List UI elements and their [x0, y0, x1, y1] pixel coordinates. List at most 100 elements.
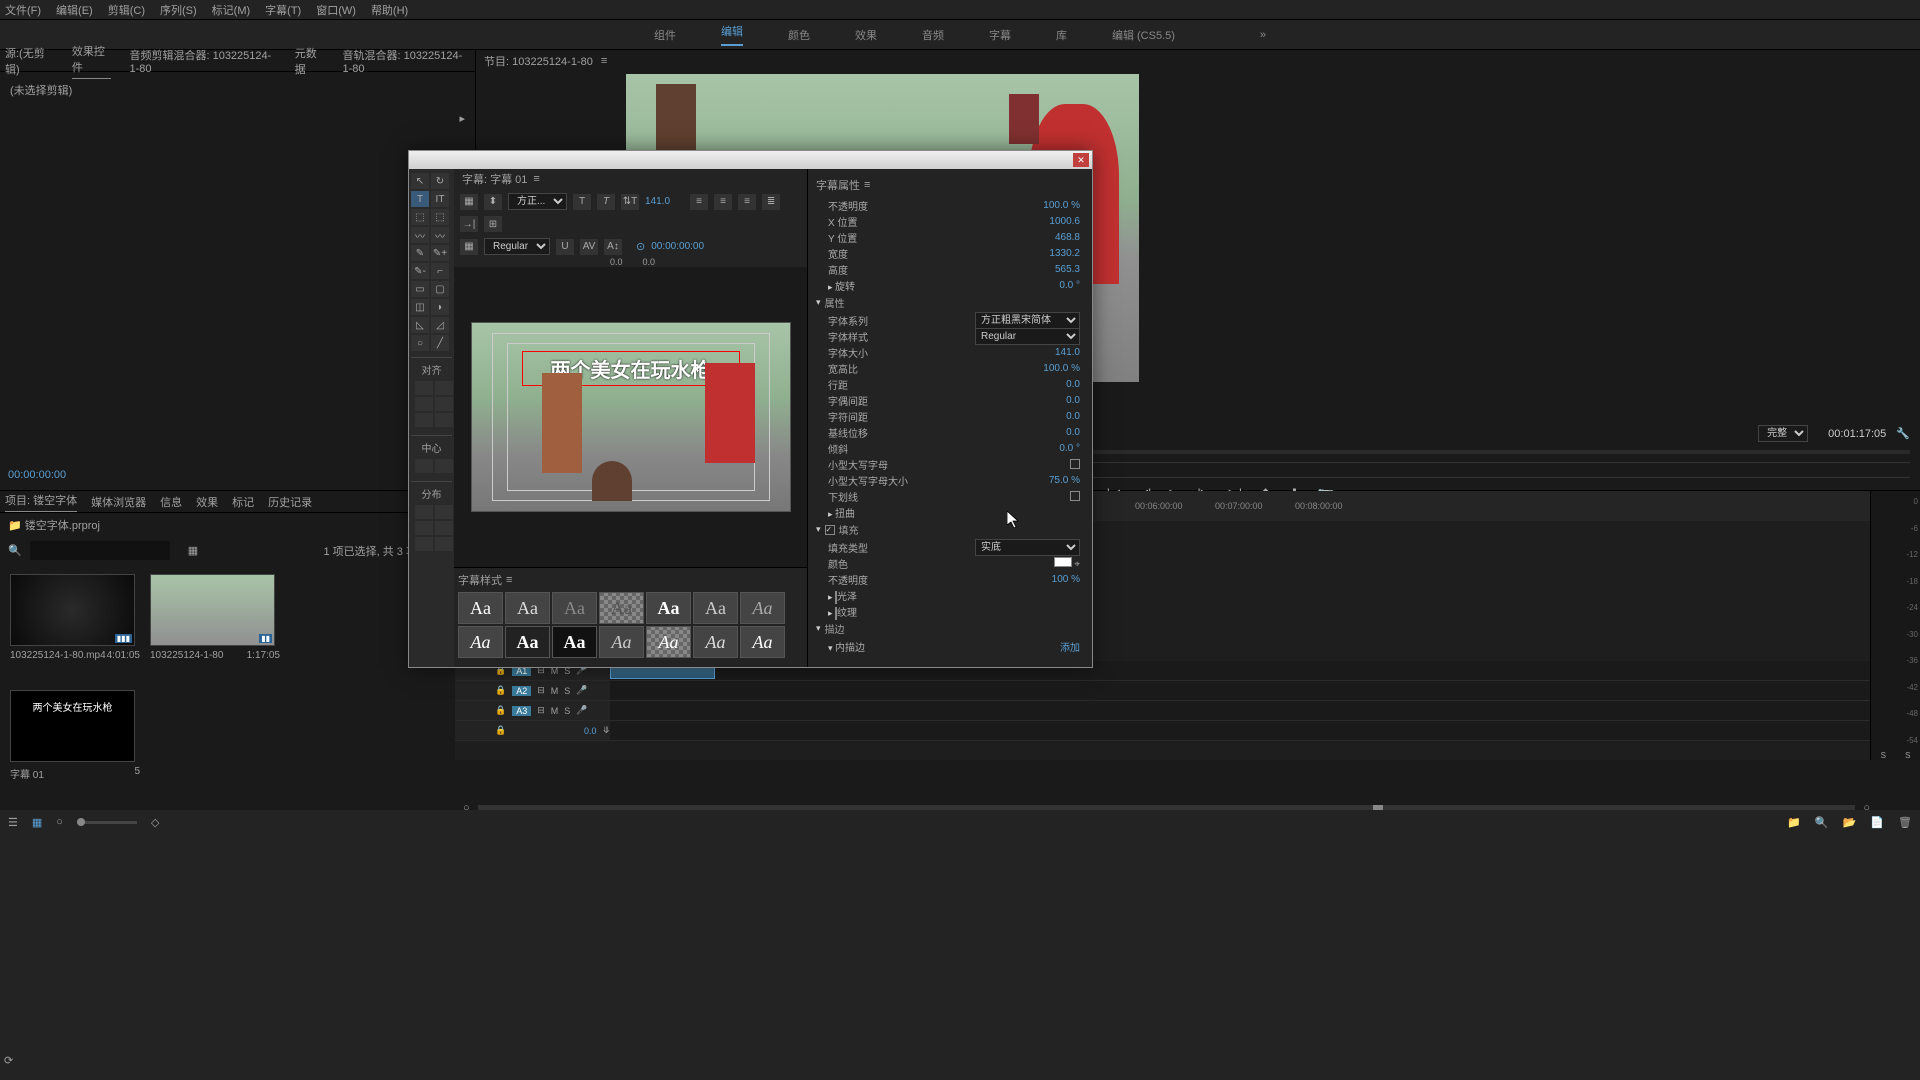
menu-help[interactable]: 帮助(H)	[371, 2, 408, 18]
ellipse-icon[interactable]: ○	[411, 335, 429, 351]
ws-more-icon[interactable]: »	[1260, 29, 1266, 41]
bin-item[interactable]: 两个美女在玩水枪 字幕 015	[10, 690, 140, 800]
italic-icon[interactable]: T	[597, 194, 615, 210]
area-type-icon[interactable]: ⬚	[411, 209, 429, 225]
trash-icon[interactable]: 🗑	[1898, 816, 1912, 829]
add-anchor-icon[interactable]: ✎+	[431, 245, 449, 261]
prop-fontsize-value[interactable]: 141.0	[1055, 347, 1080, 358]
style-swatch[interactable]: Aa	[505, 592, 550, 624]
panel-menu-icon[interactable]: ≡	[533, 173, 539, 185]
menu-clip[interactable]: 剪辑(C)	[108, 2, 145, 18]
title-canvas-area[interactable]: 两个美女在玩水枪	[454, 267, 807, 567]
align-right-icon[interactable]	[435, 381, 453, 395]
style-swatch[interactable]: Aa	[458, 592, 503, 624]
center-h-icon[interactable]	[415, 459, 433, 473]
rotate-tool-icon[interactable]: ↻	[431, 173, 449, 189]
program-tab[interactable]: 节目: 103225124-1-80	[484, 53, 593, 69]
dist-3-icon[interactable]	[415, 521, 433, 535]
prop-aspect-value[interactable]: 100.0 %	[1043, 363, 1080, 374]
titler-tab[interactable]: 字幕: 字幕 01	[462, 171, 527, 187]
kerning-icon[interactable]: AV	[580, 239, 598, 255]
filltype-select[interactable]: 实底	[975, 539, 1080, 556]
find-icon[interactable]: 🔍	[1815, 816, 1829, 829]
wrench-icon[interactable]: 🔧	[1896, 427, 1910, 440]
vtype-tool-icon[interactable]: IT	[431, 191, 449, 207]
style-swatch[interactable]: Aa	[599, 592, 644, 624]
menu-sequence[interactable]: 序列(S)	[160, 2, 197, 18]
align-bottom-icon[interactable]	[435, 397, 453, 411]
history-tab[interactable]: 历史记录	[268, 494, 312, 510]
del-anchor-icon[interactable]: ✎-	[411, 263, 429, 279]
style-swatch[interactable]: Aa	[646, 592, 691, 624]
bin-icon[interactable]: 📁	[8, 520, 22, 532]
align-hcenter-icon[interactable]	[415, 413, 433, 427]
smallcaps-checkbox[interactable]	[1070, 459, 1080, 469]
bin-item[interactable]: ▮▮ 103225124-1-801:17:05	[150, 574, 280, 680]
markers-tab[interactable]: 标记	[232, 494, 254, 510]
menu-file[interactable]: 文件(F)	[5, 2, 41, 18]
source-tab-audioclipmixer[interactable]: 音频剪辑混合器: 103225124-1-80	[129, 47, 276, 75]
roundrect-icon[interactable]: ▢	[431, 281, 449, 297]
effects-tab[interactable]: 效果	[196, 494, 218, 510]
xpos-value[interactable]: 1000.6	[1049, 216, 1080, 227]
thumb-size-slider[interactable]	[77, 821, 137, 824]
bin-item[interactable]: ▮▮▮ 103225124-1-80.mp44:01:05	[10, 574, 140, 680]
style-swatch[interactable]: Aa	[458, 626, 503, 658]
style-swatch[interactable]: Aa	[740, 626, 785, 658]
style-swatch[interactable]: Aa	[552, 592, 597, 624]
font-family-select[interactable]: 方正...	[508, 193, 567, 210]
ws-assembly[interactable]: 组件	[654, 27, 676, 43]
open-bin-icon[interactable]: 📂	[1843, 816, 1857, 829]
style-swatch[interactable]: Aa	[693, 592, 738, 624]
style-swatch[interactable]: Aa	[693, 626, 738, 658]
align-left-icon[interactable]	[415, 381, 433, 395]
track-a3[interactable]: 🔒A3⊟MS🎤	[455, 701, 1870, 721]
menu-subtitle[interactable]: 字幕(T)	[265, 2, 301, 18]
panel-menu-icon[interactable]: ≡	[506, 574, 512, 586]
justify-icon[interactable]: ≣	[762, 194, 780, 210]
project-search-input[interactable]	[30, 541, 170, 560]
innerstroke-add[interactable]: 添加	[1060, 639, 1080, 654]
menu-edit[interactable]: 编辑(E)	[56, 2, 93, 18]
height-value[interactable]: 565.3	[1055, 264, 1080, 275]
search-icon[interactable]: 🔍	[8, 544, 22, 557]
roll-icon[interactable]: ⬍	[484, 194, 502, 210]
prop-slant-value[interactable]: 0.0 °	[1059, 443, 1080, 454]
menu-window[interactable]: 窗口(W)	[316, 2, 356, 18]
dialog-titlebar[interactable]: ✕	[409, 151, 1092, 169]
info-tab[interactable]: 信息	[160, 494, 182, 510]
stroke-section[interactable]: 描边	[825, 621, 845, 636]
zoom-fit-select[interactable]: 完整	[1758, 425, 1808, 442]
smallcapssize-value[interactable]: 75.0 %	[1049, 475, 1080, 486]
align-top-icon[interactable]	[415, 397, 433, 411]
ws-editing[interactable]: 编辑	[721, 23, 743, 46]
filter-bin-icon[interactable]: ▦	[188, 544, 198, 557]
opacity-value[interactable]: 100.0 %	[1043, 200, 1080, 211]
media-browser-tab[interactable]: 媒体浏览器	[91, 494, 146, 510]
show-video-icon[interactable]: ⊞	[484, 216, 502, 232]
list-view-icon[interactable]: ☰	[8, 816, 18, 829]
align-center-text-icon[interactable]: ≡	[714, 194, 732, 210]
background-timecode[interactable]: 00:00:00:00	[651, 241, 704, 252]
templates-icon[interactable]: ▦	[460, 194, 478, 210]
panel-menu-icon[interactable]: ≡	[864, 179, 870, 191]
ws-audio[interactable]: 音频	[922, 27, 944, 43]
ws-legacy[interactable]: 编辑 (CS5.5)	[1112, 27, 1175, 43]
project-tab[interactable]: 项目: 镂空字体	[5, 492, 77, 512]
center-v-icon[interactable]	[435, 459, 453, 473]
prop-leading-value[interactable]: 0.0	[1066, 379, 1080, 390]
style-swatch[interactable]: Aa	[599, 626, 644, 658]
type-tool-icon[interactable]: T	[411, 191, 429, 207]
source-tab-trackmixer[interactable]: 音轨混合器: 103225124-1-80	[342, 47, 470, 75]
cliprect-icon[interactable]: ◫	[411, 299, 429, 315]
select-tool-icon[interactable]: ↖	[411, 173, 429, 189]
rotation-value[interactable]: 0.0 °	[1059, 280, 1080, 291]
path-type-icon[interactable]: 〰	[411, 227, 429, 243]
panel-menu-icon[interactable]: ≡	[601, 55, 607, 67]
ws-library[interactable]: 库	[1056, 27, 1067, 43]
dist-6-icon[interactable]	[435, 537, 453, 551]
align-left-text-icon[interactable]: ≡	[690, 194, 708, 210]
timeline-scroll[interactable]: ○ ○	[455, 801, 1870, 810]
close-icon[interactable]: ✕	[1073, 153, 1089, 167]
line-icon[interactable]: ╱	[431, 335, 449, 351]
